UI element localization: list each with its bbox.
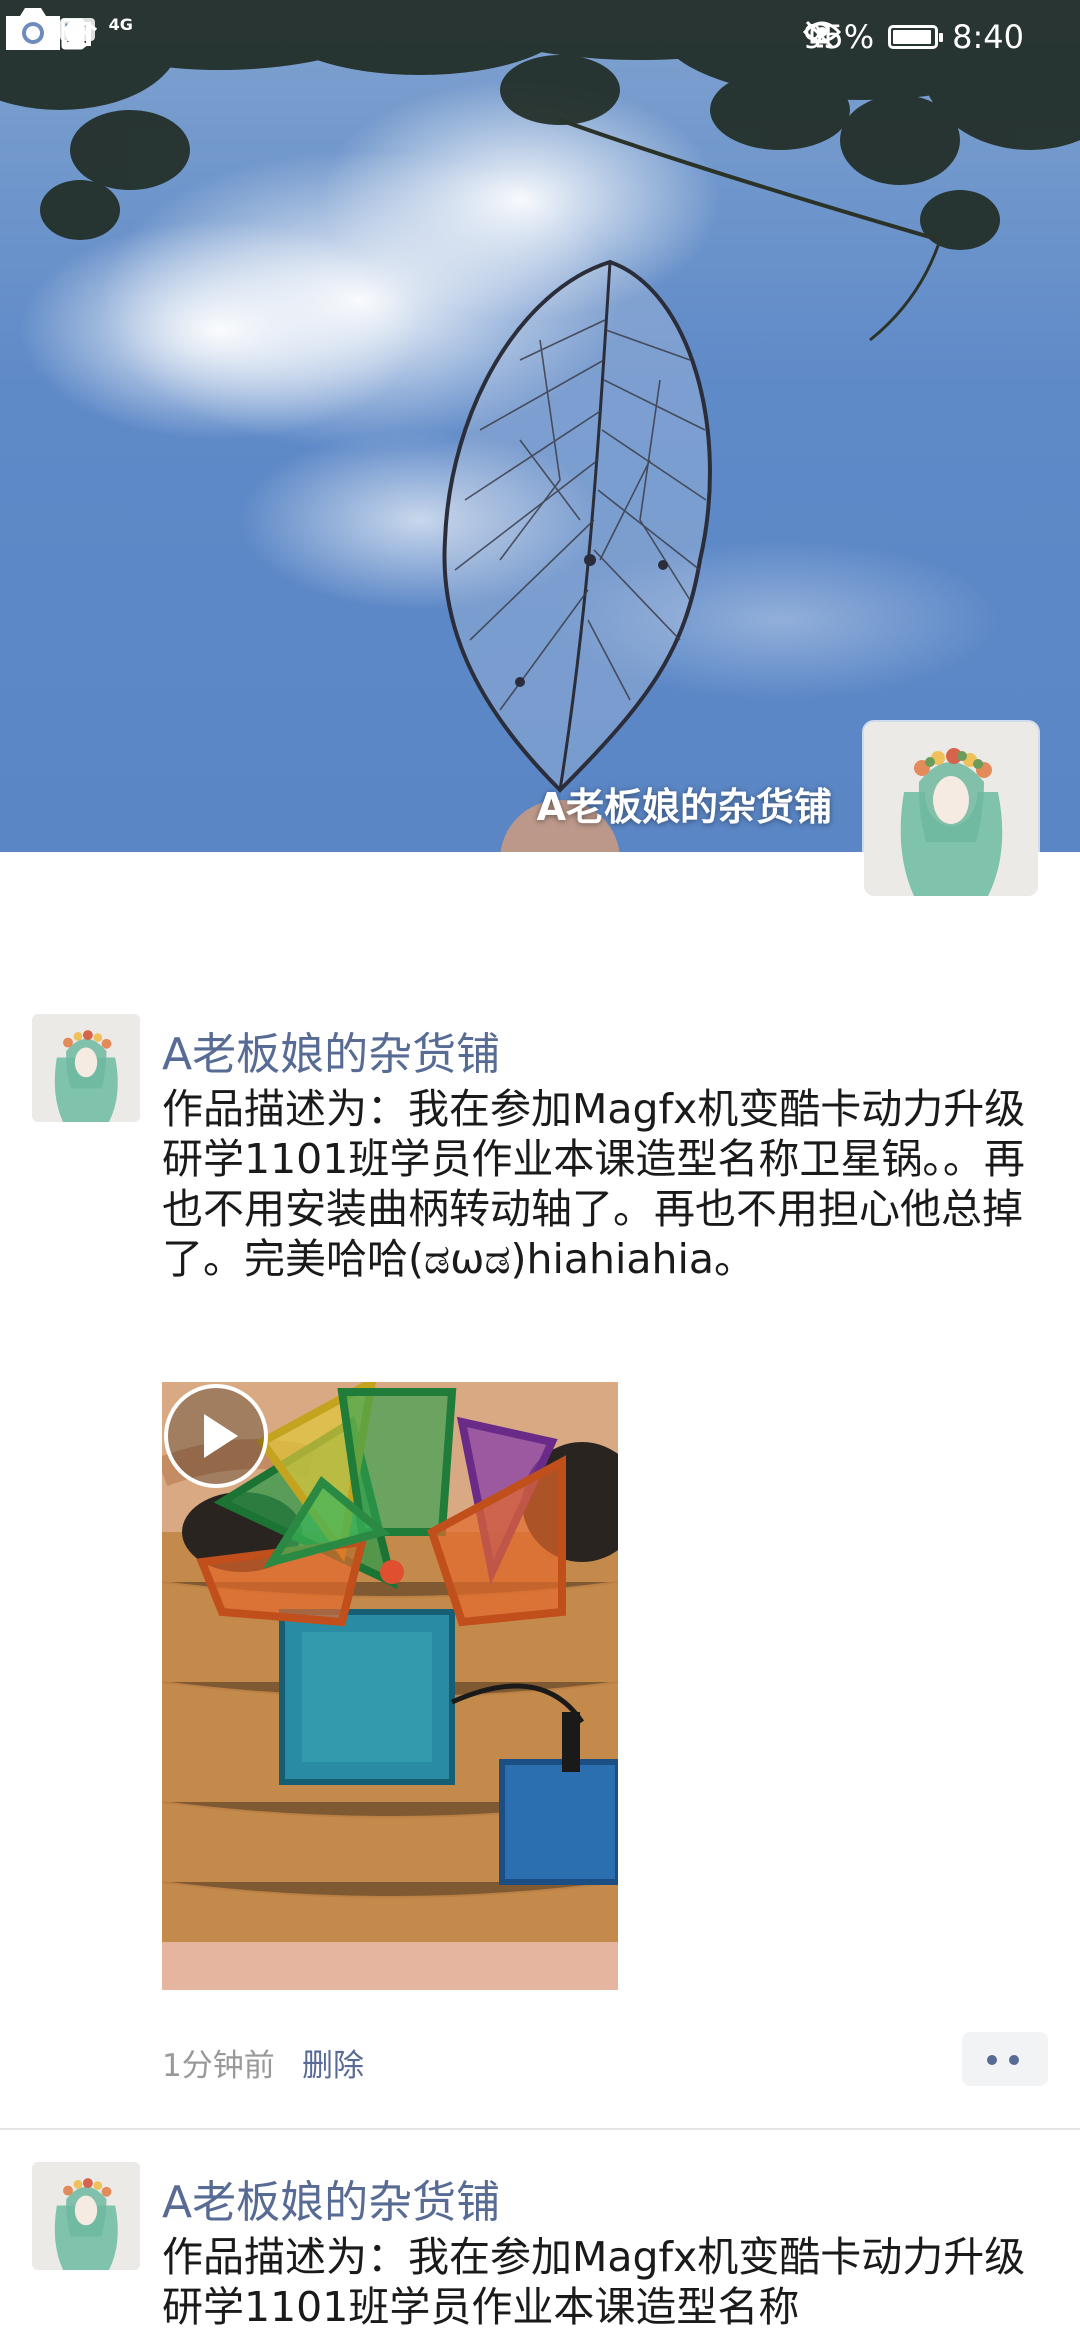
mute-bell-icon [805, 20, 835, 50]
battery-icon [888, 25, 944, 49]
status-bar: HD 4G [0, 0, 1080, 74]
post-author[interactable]: A老板娘的杂货铺 [162, 2166, 500, 2230]
clock: 8:40 [952, 18, 1024, 56]
post-text: 作品描述为：我在参加Magfx机变酷卡动力升级研学1101班学员作业本课造型名称… [162, 1085, 1026, 1283]
avatar-illustration [864, 722, 1038, 896]
post-timestamp: 1分钟前 [162, 2048, 275, 2084]
post-author[interactable]: A老板娘的杂货铺 [162, 1018, 500, 1082]
post-text: 作品描述为：我在参加Magfx机变酷卡动力升级研学1101班学员作业本课造型名称 [162, 2233, 1026, 2331]
video-thumbnail[interactable] [162, 1382, 618, 1990]
profile-avatar[interactable] [864, 722, 1038, 896]
profile-name[interactable]: A老板娘的杂货铺 [537, 776, 832, 831]
status-left-group: HD 4G [60, 15, 133, 50]
dot-icon [1009, 2055, 1019, 2065]
delete-button[interactable]: 删除 [302, 2040, 364, 2085]
post-divider [0, 2128, 1080, 2130]
comment-like-menu-button[interactable] [962, 2032, 1048, 2086]
post-avatar[interactable] [32, 1014, 140, 1122]
network-type-label: 4G [108, 15, 133, 34]
play-icon[interactable] [162, 1382, 270, 1490]
post-avatar[interactable] [32, 2162, 140, 2270]
avatar-illustration [32, 1014, 140, 1122]
status-right-group: 95% 8:40 [803, 18, 1024, 56]
dot-icon [987, 2055, 997, 2065]
camera-button[interactable] [0, 0, 66, 60]
avatar-illustration [32, 2162, 140, 2270]
battery-level [893, 30, 932, 44]
